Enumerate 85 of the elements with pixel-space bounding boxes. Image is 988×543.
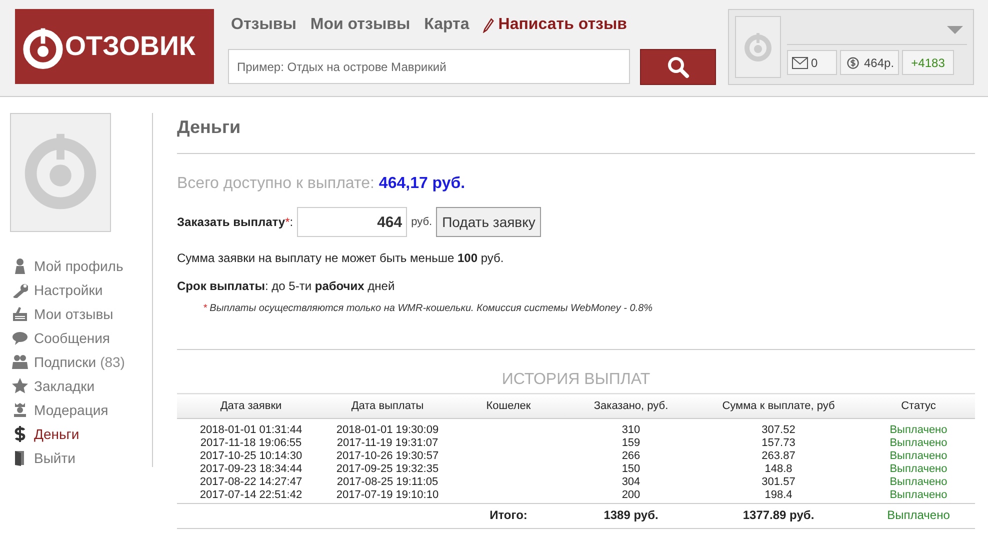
speech-bubble-icon (12, 330, 28, 346)
star-icon (12, 378, 28, 394)
status-cell: Выплачено (862, 489, 975, 504)
caret-icon[interactable] (947, 26, 963, 34)
table-cell-text: 304 (620, 476, 642, 489)
sidebar-item[interactable]: Выйти (10, 446, 152, 470)
total-label: Итого: (450, 504, 567, 528)
logo[interactable]: ОТЗОВИК (15, 9, 214, 84)
balance-button[interactable]: 464р. (840, 50, 900, 75)
table-cell: 2018-01-01 19:30:09 (325, 418, 450, 437)
sidebar-item[interactable]: Настройки (10, 278, 152, 302)
logo-text: ОТЗОВИК (65, 31, 196, 62)
table-cell-text: 148.8 (764, 463, 794, 476)
table-cell-text: 159 (620, 437, 642, 450)
unit-label: руб. (411, 216, 432, 228)
search-button[interactable] (640, 49, 716, 85)
table-cell-text: 2017-09-25 19:32:35 (335, 463, 440, 476)
available-label: Всего доступно к выплате: (177, 175, 374, 192)
table-cell-text: 2017-08-22 14:27:47 (198, 476, 304, 489)
sidebar-item[interactable]: Мои отзывы (10, 302, 152, 326)
page-title: Деньги (177, 117, 242, 139)
total-cell: 1389 руб. (567, 504, 695, 528)
table-cell: 2018-01-01 01:31:44 (177, 418, 325, 437)
sidebar-item[interactable]: Подписки (83) (10, 350, 152, 374)
avatar[interactable] (735, 16, 781, 78)
table-cell: 310 (567, 418, 695, 437)
column-header: Дата заявки (177, 394, 325, 418)
status-cell-text: Выплачено (888, 463, 948, 476)
nav-link[interactable]: Написать отзыв (483, 16, 628, 34)
history-title: ИСТОРИЯ ВЫПЛАТ (500, 371, 652, 389)
dollar-icon (845, 56, 861, 68)
status-cell-text: Выплачено (888, 476, 948, 489)
sidebar-item[interactable]: Мой профиль (10, 254, 152, 278)
person-icon (12, 258, 28, 274)
table-cell-text: 263.87 (760, 450, 796, 463)
sidebar-item[interactable]: Закладки (10, 374, 152, 398)
rating-button[interactable]: +4183 (902, 50, 954, 75)
table-cell-text: 2017-08-25 19:11:05 (336, 476, 440, 489)
nav-link[interactable]: Карта (424, 16, 470, 34)
crown-figure-icon (12, 402, 28, 418)
people-icon (12, 354, 28, 370)
table-cell: 198.4 (695, 489, 862, 504)
column-header: Статус (862, 394, 975, 418)
status-cell-text: Выплачено (888, 437, 948, 450)
nav-link[interactable]: Отзывы (231, 16, 296, 34)
table-cell: 2017-07-14 22:51:42 (177, 489, 325, 504)
table-cell-text: 2017-11-18 19:06:55 (199, 437, 303, 450)
messages-button[interactable]: 0 (787, 50, 837, 75)
table-cell-text: 150 (620, 463, 642, 476)
submit-button[interactable]: Подать заявку (436, 207, 542, 237)
status-cell-text: Выплачено (888, 450, 948, 463)
table-cell-text: 2017-09-23 18:34:44 (198, 463, 304, 476)
table-cell-text: 2017-10-26 19:30:57 (335, 450, 440, 463)
table-cell: 200 (567, 489, 695, 504)
amount-field[interactable]: 464 (297, 207, 408, 237)
total-cell: 1377.89 руб. (695, 504, 862, 528)
minimum-note: Сумма заявки на выплату не может быть меньше 100 руб. (177, 251, 505, 265)
sidebar-item[interactable]: Сообщения (10, 326, 152, 350)
table-cell-text: 2017-10-25 10:14:30 (198, 450, 304, 463)
envelope-icon (792, 56, 808, 68)
column-header: Кошелек (450, 394, 567, 418)
sidebar-item[interactable]: Деньги (10, 422, 152, 446)
nav-link[interactable]: Мои отзывы (310, 16, 410, 34)
available-amount: 464,17 руб. (378, 175, 466, 192)
table-cell-text: 301.57 (760, 476, 796, 489)
wrench-icon (12, 282, 28, 298)
pencil-icon (483, 18, 494, 32)
order-label: Заказать выплату*: (177, 215, 294, 229)
search-field[interactable]: Пример: Отдых на острове Маврикий (228, 49, 630, 84)
writing-icon (12, 306, 28, 322)
status-cell: Выплачено (862, 418, 975, 437)
sidebar-item[interactable]: Модерация (10, 398, 152, 422)
table-cell: 307.52 (695, 418, 862, 437)
table-cell-text: 266 (620, 450, 642, 463)
column-header: Заказано, руб. (567, 394, 695, 418)
status-cell: Выплачено (862, 504, 975, 528)
table-cell-text: 157.73 (760, 437, 796, 450)
term-note: Срок выплаты: до 5-ти рабочих дней (177, 279, 396, 293)
column-header: Дата выплаты (325, 394, 450, 418)
table-cell-text: 2017-11-19 19:31:07 (336, 437, 440, 450)
dollar-icon (12, 426, 28, 442)
table-cell: 2017-07-19 19:10:10 (325, 489, 450, 504)
footnote: * Выплаты осуществляются только на WMR-кошельки. Комиссия системы WebMoney - 0.8% (203, 303, 654, 314)
column-header: Сумма к выплате, руб (695, 394, 862, 418)
search-icon (666, 55, 690, 79)
